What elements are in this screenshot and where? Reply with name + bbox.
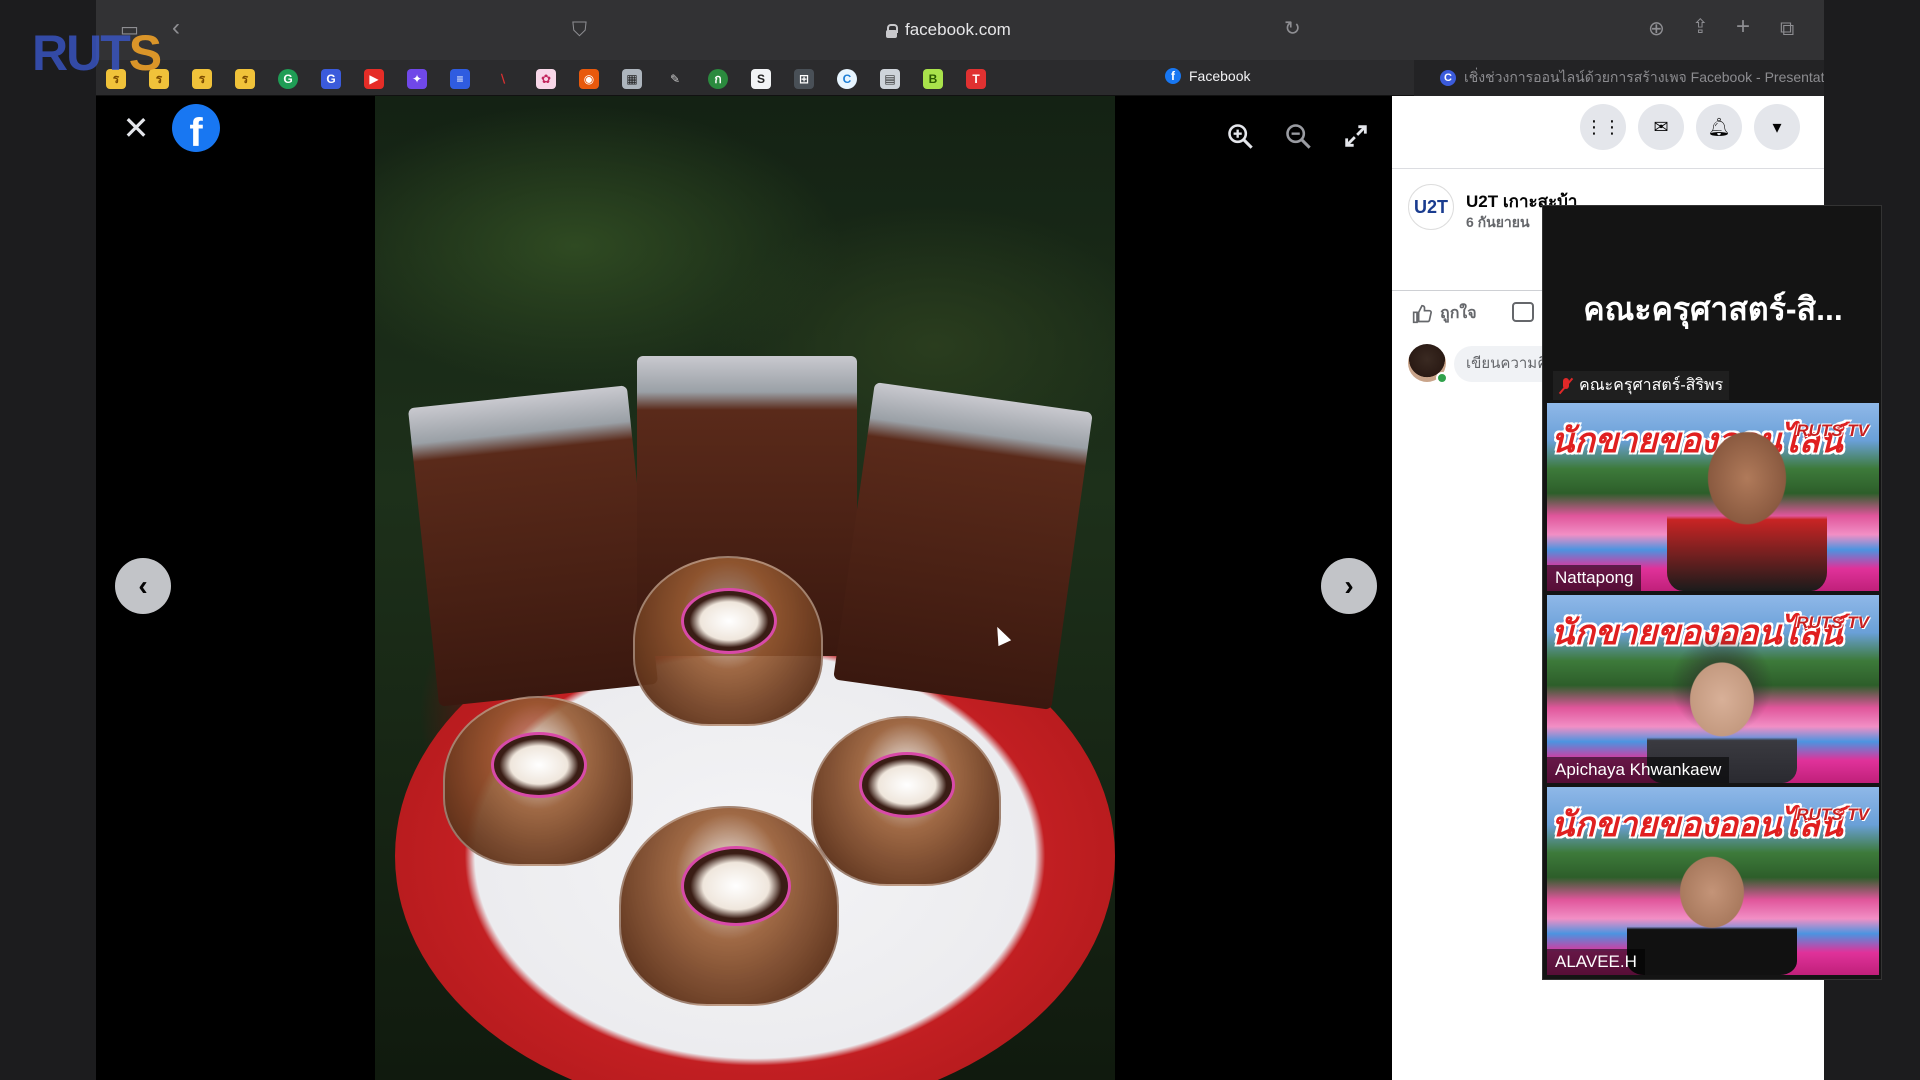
tab-presentation[interactable]: C เชิ่งช่วงการออนไลน์ด้วยการสร้างเพจ Fac… <box>1414 60 1824 96</box>
participant-video <box>1627 837 1797 975</box>
browser-toolbar: ▭ ‹ ⛉ facebook.com ↻ ⊕ ⇪ + ⧉ <box>96 0 1824 60</box>
meeting-window[interactable]: คณะครุศาสตร์-สิ... คณะครุศาสตร์-สิริพร น… <box>1542 205 1882 980</box>
bookmark-icon[interactable]: C <box>837 69 857 89</box>
mic-muted-icon <box>1559 377 1573 394</box>
next-photo-button[interactable]: › <box>1321 558 1377 614</box>
bookmark-icon[interactable]: T <box>966 69 986 89</box>
menu-grid-icon[interactable]: ⋮⋮ <box>1580 104 1626 150</box>
photo-label <box>681 846 791 926</box>
bookmark-icon[interactable]: G <box>278 69 298 89</box>
meeting-title: คณะครุศาสตร์-สิ... <box>1583 291 1843 327</box>
bookmark-icon[interactable]: ✦ <box>407 69 427 89</box>
bookmark-icon[interactable]: ▦ <box>622 69 642 89</box>
comment-icon[interactable] <box>1512 302 1534 322</box>
participant-video <box>1667 403 1827 591</box>
bookmark-icon[interactable]: ก <box>708 69 728 89</box>
url-text: facebook.com <box>905 20 1011 39</box>
youtube-icon[interactable]: ▶ <box>364 69 384 89</box>
ruts-logo: RUTS <box>32 24 162 82</box>
lock-icon <box>886 23 898 38</box>
zoom-out-icon[interactable] <box>1284 122 1312 150</box>
bookmark-icon[interactable]: ▤ <box>880 69 900 89</box>
close-viewer-button[interactable]: ✕ <box>118 110 154 146</box>
host-name: คณะครุศาสตร์-สิริพร <box>1579 377 1724 394</box>
desktop: ▭ ‹ ⛉ facebook.com ↻ ⊕ ⇪ + ⧉ ร ร ร ร G G… <box>0 0 1920 1080</box>
facebook-logo-icon[interactable]: f <box>172 104 220 152</box>
photo-label <box>859 752 955 818</box>
tab-title: Facebook <box>1189 68 1251 84</box>
like-label: ถูกใจ <box>1440 305 1477 322</box>
chevron-right-icon: › <box>1344 570 1354 601</box>
back-icon[interactable]: ‹ <box>172 16 180 40</box>
account-dropdown-icon[interactable]: ▾ <box>1754 104 1800 150</box>
chevron-left-icon: ‹ <box>138 570 148 601</box>
ruts-logo-s: S <box>128 25 162 81</box>
participant-tile[interactable]: นักขายของออนไลน์ RUTS TV Apichaya Khwank… <box>1547 595 1879 783</box>
zoom-in-icon[interactable] <box>1226 122 1254 150</box>
tile-logo: RUTS TV <box>1796 613 1869 632</box>
bookmark-icon[interactable]: ⊞ <box>794 69 814 89</box>
photo-label <box>681 588 777 654</box>
participant-name: Apichaya Khwankaew <box>1547 757 1730 783</box>
thumbs-up-icon <box>1412 304 1432 323</box>
bookmark-icon[interactable]: B <box>923 69 943 89</box>
tabs-overview-icon[interactable]: ⧉ <box>1780 19 1794 39</box>
bookmark-icon[interactable]: S <box>751 69 771 89</box>
participant-name: Nattapong <box>1547 565 1642 591</box>
photo-bag <box>407 385 659 707</box>
photo-bag <box>833 382 1093 710</box>
page-avatar[interactable]: U2T <box>1408 184 1454 230</box>
address-bar[interactable]: facebook.com <box>886 18 1011 42</box>
share-icon[interactable]: ⇪ <box>1692 17 1709 37</box>
facebook-logo-letter: f <box>189 111 203 152</box>
ruts-logo-text: RUT <box>32 25 131 81</box>
photo-label <box>491 732 587 798</box>
bookmark-icon[interactable]: ร <box>235 69 255 89</box>
bookmark-icon[interactable]: ≡ <box>450 69 470 89</box>
bookmark-icon[interactable]: ∖ <box>493 69 513 89</box>
notifications-bell-icon[interactable]: 🔔︎ <box>1696 104 1742 150</box>
post-photo <box>375 96 1115 1080</box>
bookmark-icon[interactable]: ◉ <box>579 69 599 89</box>
host-label: คณะครุศาสตร์-สิริพร <box>1553 371 1730 400</box>
photo-viewer: ✕ f ‹ › <box>96 96 1392 1080</box>
tile-logo: RUTS TV <box>1796 805 1869 824</box>
tab-title: เชิ่งช่วงการออนไลน์ด้วยการสร้างเพจ Faceb… <box>1464 69 1824 85</box>
canva-favicon-icon: C <box>1440 70 1456 86</box>
tab-facebook[interactable]: f Facebook <box>1165 68 1250 84</box>
participant-name: ALAVEE.H <box>1547 949 1645 975</box>
facebook-favicon-icon: f <box>1165 68 1181 84</box>
reload-icon[interactable]: ↻ <box>1284 19 1301 39</box>
panel-divider <box>1392 168 1824 169</box>
download-icon[interactable]: ⊕ <box>1648 19 1665 39</box>
previous-photo-button[interactable]: ‹ <box>115 558 171 614</box>
header-icons: ⋮⋮ ✉ 🔔︎ ▾ <box>1580 104 1800 150</box>
bookmark-icon[interactable]: ✿ <box>536 69 556 89</box>
post-date[interactable]: 6 กันยายน <box>1466 212 1530 234</box>
participant-tile[interactable]: นักขายของออนไลน์ RUTS TV Nattapong <box>1547 403 1879 591</box>
bookmark-icon[interactable]: G <box>321 69 341 89</box>
online-status-dot <box>1436 372 1448 384</box>
bookmark-icon[interactable]: ร <box>192 69 212 89</box>
new-tab-icon[interactable]: + <box>1736 15 1750 39</box>
bookmark-icon[interactable]: ✎ <box>665 69 685 89</box>
messenger-icon[interactable]: ✉ <box>1638 104 1684 150</box>
shield-icon[interactable]: ⛉ <box>572 20 587 40</box>
participant-tile[interactable]: นักขายของออนไลน์ RUTS TV ALAVEE.H <box>1547 787 1879 975</box>
fullscreen-icon[interactable] <box>1342 122 1370 150</box>
like-button[interactable]: ถูกใจ <box>1412 301 1477 326</box>
